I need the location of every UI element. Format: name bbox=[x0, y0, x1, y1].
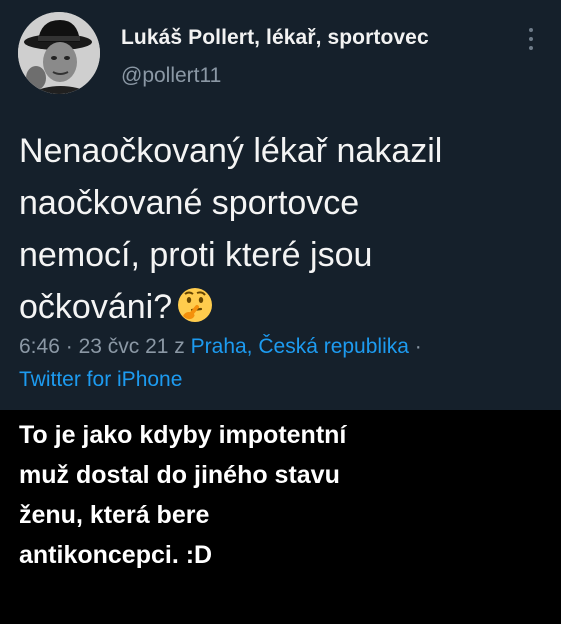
meta-separator: · bbox=[414, 335, 422, 358]
timestamp-row: 6:46 · 23 čvc 21 z Praha, Česká republik… bbox=[19, 330, 549, 363]
location-prefix: z bbox=[174, 335, 185, 358]
avatar-photo-icon bbox=[18, 12, 100, 94]
caption-line: muž dostal do jiného stavu bbox=[19, 461, 340, 489]
tweet-meta: 6:46 · 23 čvc 21 z Praha, Česká republik… bbox=[19, 330, 549, 396]
tweet-text-line: Nenaočkovaný lékař nakazil bbox=[19, 132, 443, 170]
tweet-text-line: naočkované sportovce bbox=[19, 184, 360, 222]
tweet-text-line-last: očkováni? bbox=[19, 281, 549, 333]
tweet-header: Lukáš Pollert, lékař, sportovec @pollert… bbox=[18, 12, 543, 102]
avatar[interactable] bbox=[18, 12, 100, 94]
source-row: Twitter for iPhone bbox=[19, 363, 549, 396]
author-name[interactable]: Lukáš Pollert, lékař, sportovec bbox=[121, 26, 429, 50]
meme-caption: To je jako kdyby impotentní muž dostal d… bbox=[19, 415, 549, 575]
more-options-icon[interactable] bbox=[529, 28, 535, 54]
tweet-text: Nenaočkovaný lékař nakazil naočkované sp… bbox=[19, 125, 549, 333]
tweet-date[interactable]: 23 čvc 21 bbox=[79, 335, 169, 358]
tweet-card: Lukáš Pollert, lékař, sportovec @pollert… bbox=[0, 0, 561, 410]
meta-separator: · bbox=[65, 335, 73, 358]
thinking-face-icon bbox=[178, 288, 213, 322]
author-handle[interactable]: @pollert11 bbox=[121, 64, 221, 88]
tweet-time[interactable]: 6:46 bbox=[19, 335, 60, 358]
caption-line: antikoncepci. :D bbox=[19, 541, 213, 569]
source-link[interactable]: Twitter for iPhone bbox=[19, 368, 182, 391]
tweet-text-line: očkováni? bbox=[19, 288, 173, 326]
caption-line: ženu, která bere bbox=[19, 501, 210, 529]
caption-line: To je jako kdyby impotentní bbox=[19, 421, 347, 449]
tweet-text-line: nemocí, proti které jsou bbox=[19, 236, 373, 274]
location-link[interactable]: Praha, Česká republika bbox=[191, 335, 409, 358]
